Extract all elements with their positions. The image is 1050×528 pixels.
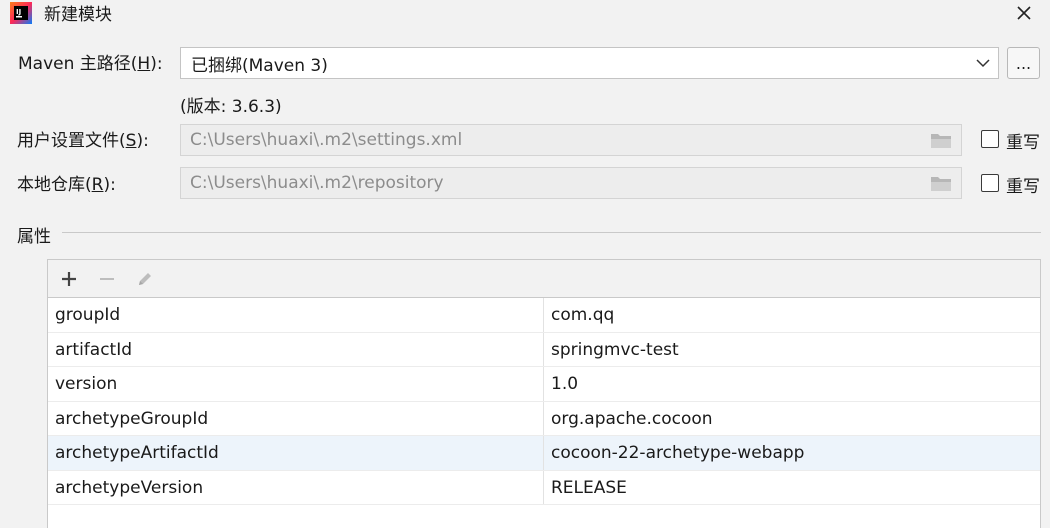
property-value: org.apache.cocoon: [551, 408, 713, 429]
maven-version-text: (版本: 3.6.3): [180, 97, 282, 117]
settings-override-label: 重写: [1006, 133, 1040, 153]
properties-panel: groupId com.qq artifactId springmvc-test…: [47, 259, 1041, 528]
folder-icon[interactable]: [921, 168, 961, 198]
local-repo-override-checkbox[interactable]: [981, 174, 999, 192]
table-row[interactable]: version 1.0: [48, 367, 1040, 402]
close-button[interactable]: [1010, 2, 1038, 28]
window-title: 新建模块: [44, 5, 112, 25]
property-key: archetypeArtifactId: [48, 436, 544, 471]
properties-title: 属性: [17, 227, 51, 247]
properties-table: groupId com.qq artifactId springmvc-test…: [48, 298, 1040, 505]
table-row[interactable]: artifactId springmvc-test: [48, 332, 1040, 367]
table-row[interactable]: groupId com.qq: [48, 298, 1040, 333]
property-value: com.qq: [551, 305, 615, 325]
intellij-idea-icon: IJ: [10, 2, 32, 24]
chevron-down-icon[interactable]: [968, 48, 998, 78]
property-key: groupId: [48, 298, 544, 333]
property-value: RELEASE: [551, 477, 627, 498]
property-key: artifactId: [48, 332, 544, 367]
maven-home-select[interactable]: 已捆绑(Maven 3): [180, 47, 999, 79]
folder-icon[interactable]: [921, 125, 961, 155]
settings-file-value: C:\Users\huaxi\.m2\settings.xml: [190, 130, 463, 150]
settings-file-field: C:\Users\huaxi\.m2\settings.xml: [180, 124, 962, 156]
svg-text:IJ: IJ: [16, 8, 21, 16]
properties-toolbar: [48, 260, 1040, 298]
property-key: version: [48, 367, 544, 402]
add-icon[interactable]: [56, 266, 82, 292]
browse-maven-button[interactable]: ...: [1007, 47, 1040, 79]
table-row[interactable]: archetypeVersion RELEASE: [48, 470, 1040, 505]
table-row[interactable]: archetypeGroupId org.apache.cocoon: [48, 401, 1040, 436]
settings-override-checkbox[interactable]: [981, 130, 999, 148]
close-icon: [1016, 5, 1032, 25]
property-value: springmvc-test: [551, 339, 679, 360]
maven-home-label: Maven 主路径(H):: [18, 54, 163, 74]
edit-icon[interactable]: [132, 266, 158, 292]
settings-file-label: 用户设置文件(S):: [17, 131, 149, 151]
local-repo-label: 本地仓库(R):: [17, 175, 116, 195]
property-value: cocoon-22-archetype-webapp: [551, 443, 805, 463]
local-repo-field: C:\Users\huaxi\.m2\repository: [180, 167, 962, 199]
table-row-selected[interactable]: archetypeArtifactId cocoon-22-archetype-…: [48, 436, 1040, 471]
section-divider: [62, 232, 1041, 233]
property-value: 1.0: [551, 374, 579, 394]
remove-icon[interactable]: [94, 266, 120, 292]
local-repo-override-label: 重写: [1006, 177, 1040, 197]
maven-home-value: 已捆绑(Maven 3): [191, 55, 328, 76]
property-key: archetypeVersion: [48, 470, 544, 505]
property-key: archetypeGroupId: [48, 401, 544, 436]
local-repo-value: C:\Users\huaxi\.m2\repository: [190, 173, 444, 193]
